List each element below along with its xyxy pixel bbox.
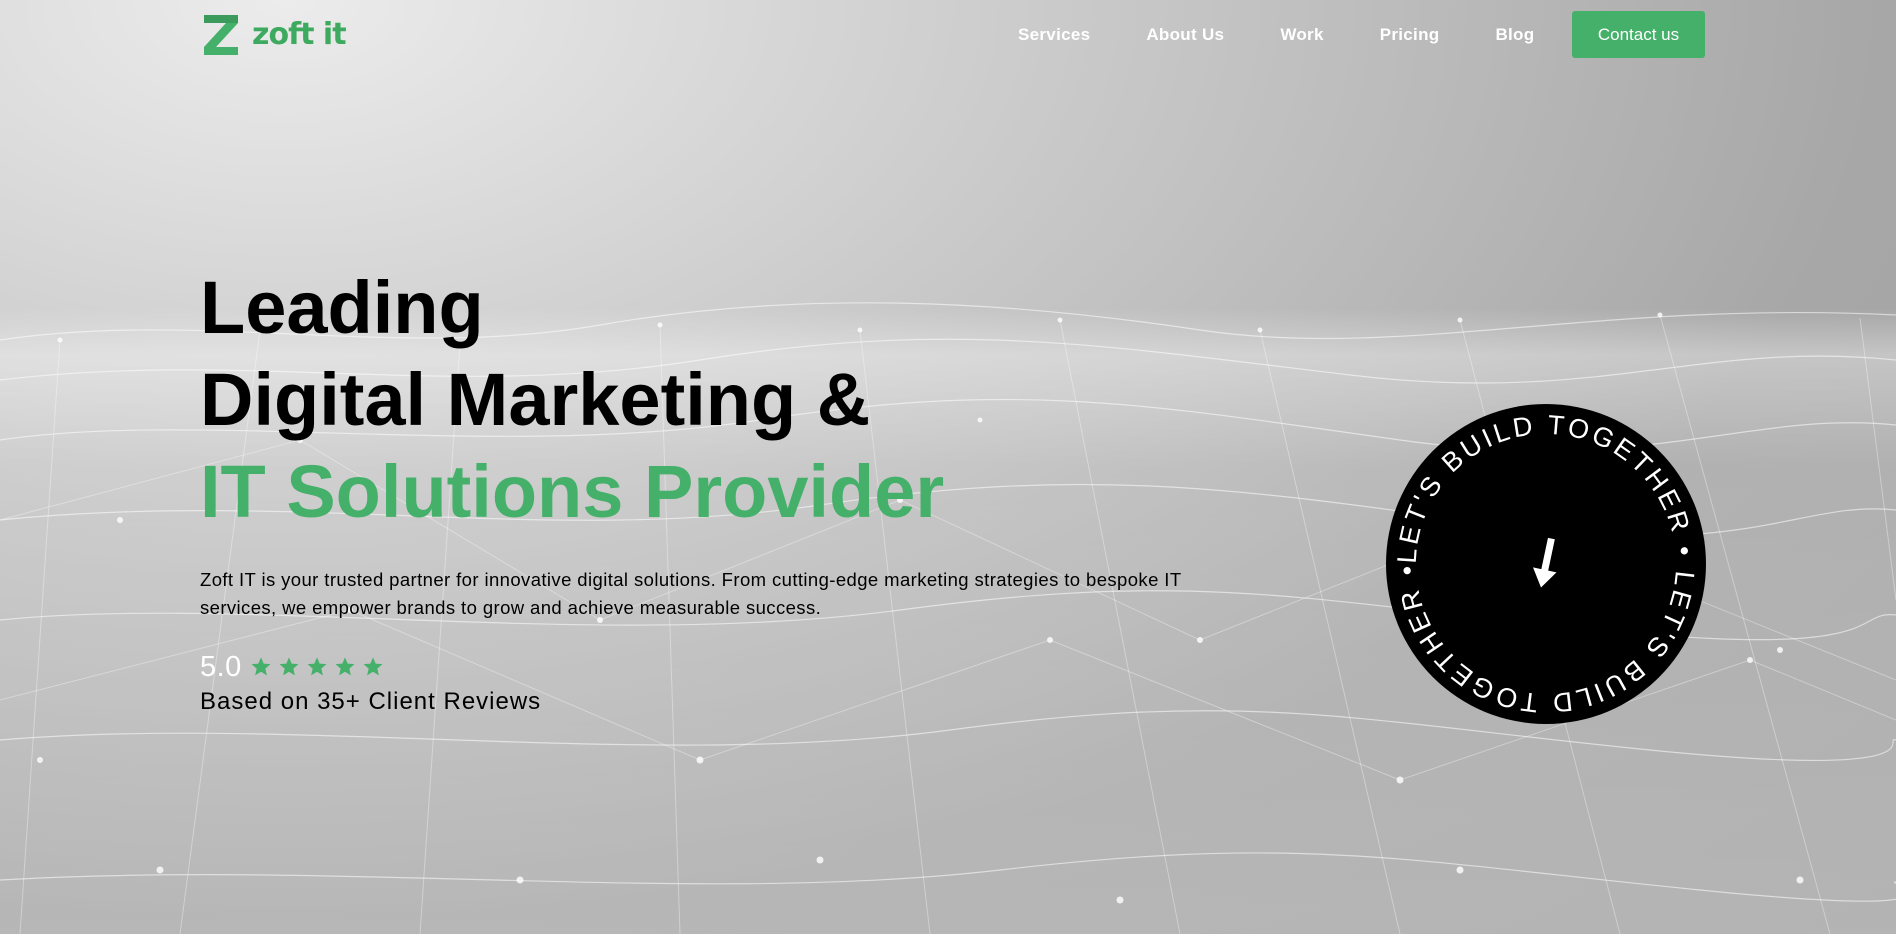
brand-name: zoft it xyxy=(252,17,347,52)
nav-menu: Services About Us Work Pricing Blog xyxy=(990,11,1562,58)
z-logo-icon xyxy=(204,15,238,55)
top-navigation: zoft it Services About Us Work Pricing B… xyxy=(0,0,1896,70)
nav-link-blog[interactable]: Blog xyxy=(1467,25,1562,45)
hero-section: Leading Digital Marketing & IT Solutions… xyxy=(200,262,1240,716)
rating-value: 5.0 xyxy=(200,650,242,683)
hero-heading: Leading Digital Marketing & IT Solutions… xyxy=(200,262,1240,538)
nav-link-about-us[interactable]: About Us xyxy=(1118,25,1252,45)
star-icon xyxy=(251,657,271,676)
reviews-count-text: Based on 35+ Client Reviews xyxy=(200,688,542,715)
nav-link-pricing[interactable]: Pricing xyxy=(1352,25,1468,45)
hero-heading-line-2: Digital Marketing & xyxy=(200,358,871,441)
hero-heading-line-1: Leading xyxy=(200,266,484,349)
nav-link-work[interactable]: Work xyxy=(1252,25,1351,45)
rating-summary: 5.0 xyxy=(200,650,1240,684)
star-icon xyxy=(363,657,383,676)
nav-link-services[interactable]: Services xyxy=(990,25,1118,45)
star-icon xyxy=(335,657,355,676)
hero-description: Zoft IT is your trusted partner for inno… xyxy=(200,569,1182,618)
contact-us-button[interactable]: Contact us xyxy=(1572,11,1705,58)
star-icon xyxy=(279,657,299,676)
lets-build-together-badge[interactable]: LET'S BUILD TOGETHER • LET'S BUILD TOGET… xyxy=(1385,403,1707,725)
page: zoft it Services About Us Work Pricing B… xyxy=(0,0,1896,934)
hero-heading-line-3: IT Solutions Provider xyxy=(200,450,945,533)
rating-stars xyxy=(250,656,384,678)
brand-logo[interactable]: zoft it xyxy=(200,13,347,57)
badge-graphic: LET'S BUILD TOGETHER • LET'S BUILD TOGET… xyxy=(1386,404,1706,724)
star-icon xyxy=(307,657,327,676)
